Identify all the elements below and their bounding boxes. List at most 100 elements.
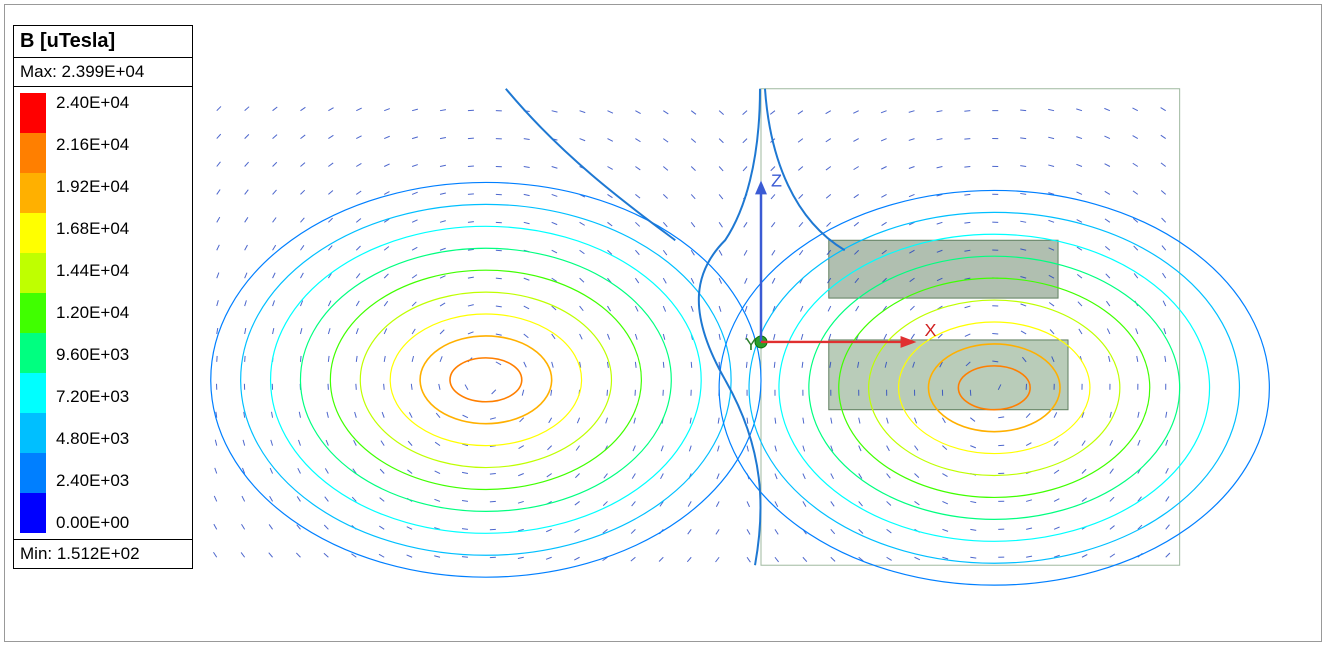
vector-tick <box>245 134 249 138</box>
vector-tick <box>524 167 530 168</box>
vector-tick <box>1082 441 1085 446</box>
vector-tick <box>632 501 636 506</box>
vector-tick <box>719 278 721 283</box>
vector-tick <box>607 362 608 368</box>
vector-tick <box>440 110 446 111</box>
vector-tick <box>1104 136 1109 139</box>
vector-tick <box>407 555 413 557</box>
vector-tick <box>328 163 333 167</box>
vector-tick <box>771 222 775 227</box>
vector-tick <box>887 557 892 560</box>
vector-tick <box>775 501 778 506</box>
vector-tick <box>1079 329 1082 334</box>
vector-tick <box>803 418 804 424</box>
vector-tick <box>607 139 612 142</box>
vector-tick <box>831 501 834 506</box>
vector-tick <box>1162 218 1166 222</box>
vector-tick <box>689 446 691 452</box>
vector-tick <box>635 222 639 226</box>
field-plot[interactable]: Z X Y <box>205 11 1315 635</box>
vector-tick <box>915 446 919 451</box>
legend-color-2 <box>20 173 46 213</box>
vector-tick <box>826 139 831 142</box>
vector-tick <box>242 496 245 501</box>
vector-tick <box>217 189 220 194</box>
vector-tick <box>691 139 696 143</box>
vector-tick <box>1104 108 1110 110</box>
vector-tick <box>1076 109 1082 111</box>
vector-tick <box>300 245 303 250</box>
vector-tick <box>663 167 668 171</box>
vector-tick <box>434 556 440 557</box>
vector-tick <box>546 529 551 531</box>
vector-tick <box>775 557 779 562</box>
vector-tick <box>435 471 440 474</box>
vector-tick <box>412 275 417 279</box>
vector-tick <box>1161 163 1166 167</box>
vector-tick <box>799 194 803 198</box>
vector-tick <box>1082 469 1086 473</box>
vector-tick <box>524 306 529 309</box>
vector-tick <box>853 139 858 142</box>
vector-tick <box>356 301 359 306</box>
solid-block-lower <box>829 340 1068 410</box>
vector-tick <box>942 474 947 477</box>
vector-tick <box>217 134 221 138</box>
vector-tick <box>887 529 892 533</box>
vector-tick <box>1134 273 1138 278</box>
vector-tick <box>580 306 584 311</box>
vector-tick <box>580 334 583 339</box>
vector-tick <box>524 222 530 223</box>
vector-tick <box>273 162 277 166</box>
vector-tick <box>412 220 417 223</box>
vector-tick <box>798 167 803 171</box>
vector-tick <box>964 222 970 223</box>
vector-tick <box>328 301 331 306</box>
vector-tick <box>1020 193 1026 194</box>
vector-tick <box>214 496 216 501</box>
vector-tick <box>300 107 305 110</box>
vector-tick <box>663 111 668 114</box>
vector-tick <box>576 446 579 451</box>
vector-tick <box>607 334 609 340</box>
vector-tick <box>831 529 835 534</box>
vector-tick <box>937 222 943 224</box>
vector-tick <box>691 111 696 115</box>
vector-tick <box>1026 413 1030 417</box>
vector-tick <box>440 303 445 306</box>
vector-tick <box>1105 164 1110 167</box>
vector-tick <box>490 418 496 420</box>
vector-tick <box>659 557 663 561</box>
vector-tick <box>1166 496 1169 501</box>
vector-tick <box>300 328 301 334</box>
legend-value: 2.40E+04 <box>56 93 186 113</box>
vector-tick <box>634 418 635 424</box>
vector-tick <box>942 557 948 559</box>
legend-value: 1.68E+04 <box>56 219 186 239</box>
vector-tick <box>859 446 861 452</box>
vector-tick <box>1021 304 1027 306</box>
vector-tick <box>909 139 915 141</box>
vector-tick <box>743 111 747 115</box>
vector-tick <box>1054 499 1059 502</box>
vector-tick <box>547 446 551 450</box>
vector-tick <box>328 246 332 251</box>
vector-tick <box>717 474 719 480</box>
legend-gradient <box>20 93 46 533</box>
vector-tick <box>384 301 388 306</box>
vector-tick <box>1026 528 1032 529</box>
vector-tick <box>910 306 914 310</box>
vector-tick <box>575 501 580 505</box>
vector-tick <box>856 306 859 311</box>
vector-tick <box>635 334 637 340</box>
contour-line <box>330 270 641 489</box>
vector-tick <box>881 139 886 141</box>
vector-tick <box>942 501 947 503</box>
vector-tick <box>1133 136 1138 139</box>
vector-tick <box>942 418 945 423</box>
contour-line <box>360 292 611 467</box>
vector-tick <box>663 194 667 198</box>
vector-tick <box>298 468 301 473</box>
vector-tick <box>1166 468 1169 473</box>
vector-tick <box>245 190 249 195</box>
